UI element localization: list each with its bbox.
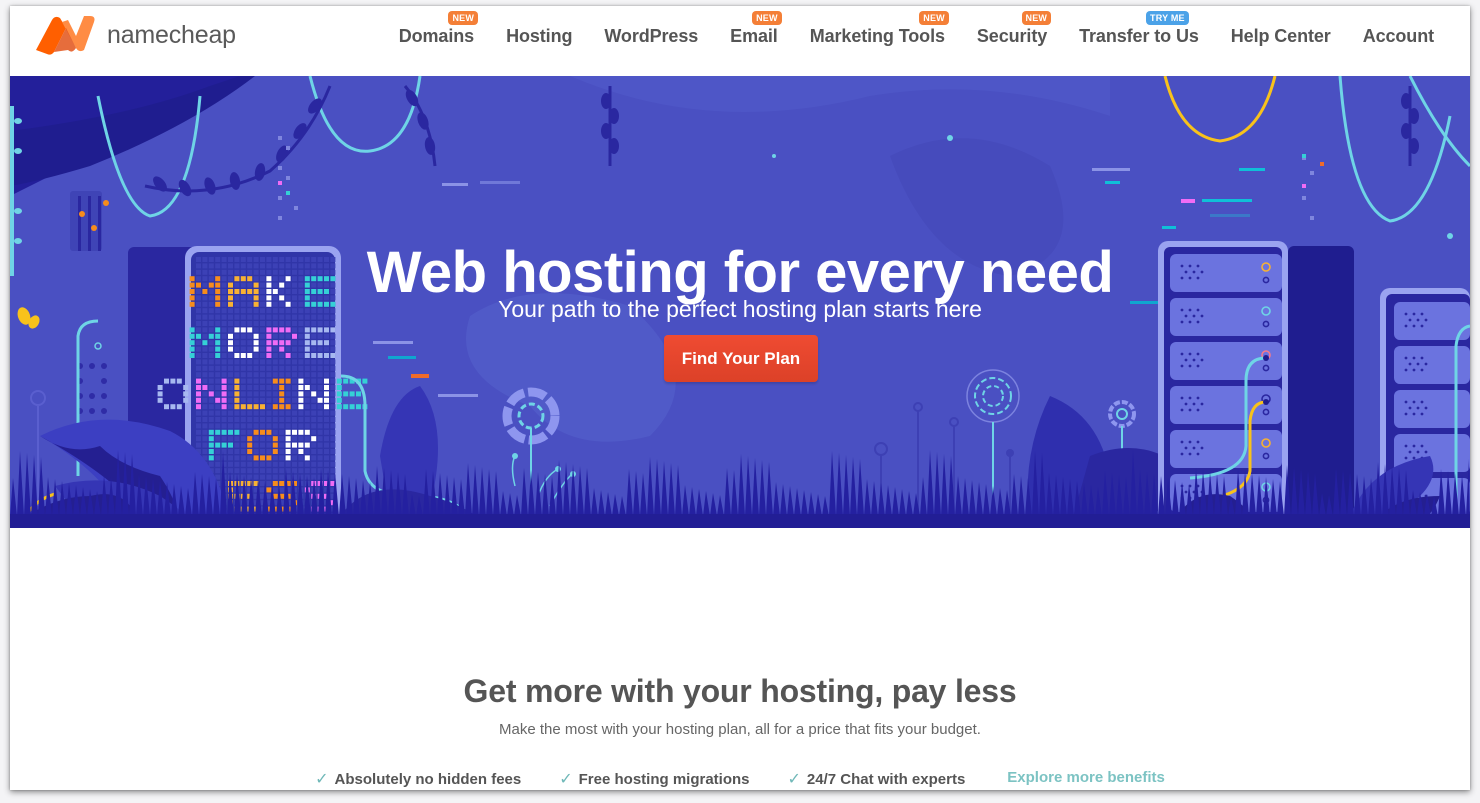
benefit-item: ✓ 24/7 Chat with experts <box>788 769 966 789</box>
nav-label: Security <box>976 26 1048 46</box>
explore-more-benefits-link[interactable]: Explore more benefits <box>1007 769 1165 789</box>
check-icon: ✓ <box>559 771 573 788</box>
nav-item-wordpress[interactable]: WordPress <box>588 6 714 76</box>
benefit-label: Free hosting migrations <box>578 770 750 788</box>
section-title: Get more with your hosting, pay less <box>463 672 1017 709</box>
nav-label: Transfer to Us <box>1079 26 1199 46</box>
check-icon: ✓ <box>787 771 801 788</box>
hero-banner: Web hosting for every need Your path to … <box>10 76 1470 528</box>
find-your-plan-button[interactable]: Find Your Plan <box>664 335 818 382</box>
nav-item-help-center[interactable]: Help Center <box>1215 6 1347 76</box>
site-header: namecheap NEW Domains Hosting WordPress … <box>10 6 1470 77</box>
nav-label: Account <box>1362 26 1434 46</box>
check-icon: ✓ <box>315 771 329 788</box>
nav-item-transfer-to-us[interactable]: TRY ME Transfer to Us <box>1063 6 1215 76</box>
browser-window: namecheap NEW Domains Hosting WordPress … <box>10 6 1470 790</box>
nav-item-email[interactable]: NEW Email <box>714 6 794 76</box>
try-me-badge: TRY ME <box>1146 11 1189 25</box>
new-badge: NEW <box>752 11 782 25</box>
new-badge: NEW <box>448 11 479 25</box>
new-badge: NEW <box>919 11 949 25</box>
benefit-item: ✓ Absolutely no hidden fees <box>315 769 521 789</box>
nav-label: Email <box>730 26 778 46</box>
section-subtitle: Make the most with your hosting plan, al… <box>499 721 981 738</box>
logo-text: namecheap <box>107 20 236 49</box>
benefits-list: ✓ Absolutely no hidden fees ✓ Free hosti… <box>10 769 1470 789</box>
main-nav: NEW Domains Hosting WordPress NEW Email … <box>383 6 1450 76</box>
nav-label: Hosting <box>506 26 573 46</box>
nav-item-account[interactable]: Account <box>1347 6 1450 76</box>
hero-subtitle: Your path to the perfect hosting plan st… <box>498 296 982 322</box>
nav-label: Marketing Tools <box>809 26 945 46</box>
nav-item-security[interactable]: NEW Security <box>961 6 1063 76</box>
nav-item-marketing-tools[interactable]: NEW Marketing Tools <box>794 6 961 76</box>
nav-label: Domains <box>398 26 475 46</box>
namecheap-logo-icon <box>36 16 95 55</box>
logo[interactable]: namecheap <box>32 10 236 60</box>
nav-item-domains[interactable]: NEW Domains <box>383 6 490 76</box>
nav-label: Help Center <box>1230 26 1331 46</box>
nav-label: WordPress <box>604 26 699 46</box>
benefit-label: Absolutely no hidden fees <box>334 770 522 788</box>
benefit-label: 24/7 Chat with experts <box>806 770 966 788</box>
benefit-item: ✓ Free hosting migrations <box>559 769 749 789</box>
nav-item-hosting[interactable]: Hosting <box>490 6 588 76</box>
new-badge: NEW <box>1021 11 1052 25</box>
